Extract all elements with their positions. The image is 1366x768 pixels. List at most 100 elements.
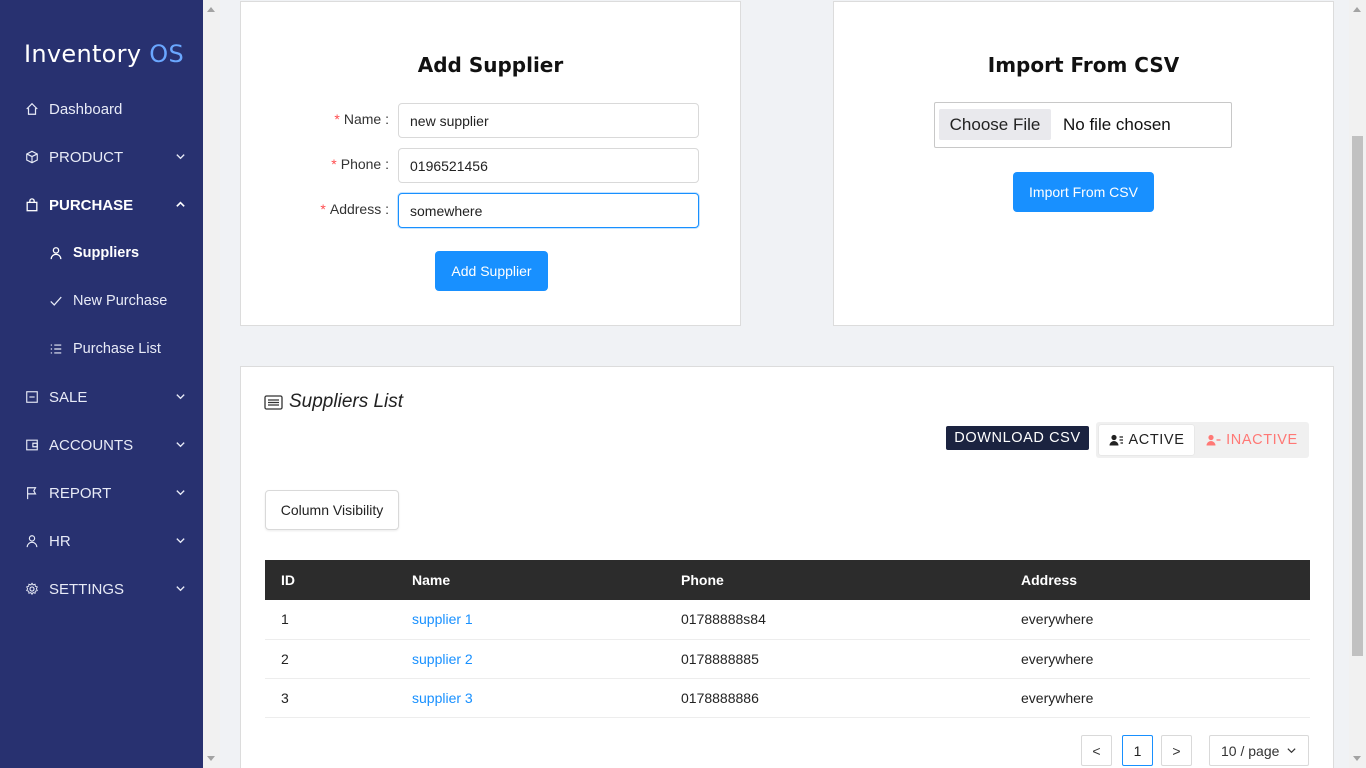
chevron-down-icon <box>176 490 185 496</box>
name-label-text: Name <box>343 111 382 127</box>
add-supplier-card: Add Supplier *Name : *Phone : *Address :… <box>240 1 741 326</box>
phone-label-text: Phone <box>340 156 382 172</box>
home-icon <box>24 101 40 117</box>
sidebar-item-label: REPORT <box>49 484 112 502</box>
required-marker: * <box>331 156 337 172</box>
user-list-icon <box>1109 434 1123 446</box>
address-field[interactable] <box>398 193 699 228</box>
box-icon <box>24 149 40 165</box>
list-icon <box>48 341 64 357</box>
sidebar-item-label: Purchase List <box>73 341 161 357</box>
column-header-id[interactable]: ID <box>265 560 396 600</box>
supplier-link[interactable]: supplier 2 <box>412 651 473 667</box>
column-visibility-button[interactable]: Column Visibility <box>265 490 399 530</box>
sidebar-item-sale[interactable]: SALE <box>0 373 203 421</box>
cell-phone: 01788888s84 <box>665 600 1005 640</box>
bag-icon <box>24 197 40 213</box>
sidebar-item-purchase[interactable]: PURCHASE <box>0 181 203 229</box>
inactive-toggle[interactable]: INACTIVE <box>1198 425 1306 455</box>
sidebar-item-label: ACCOUNTS <box>49 436 134 454</box>
suppliers-list-heading: Suppliers List <box>264 391 403 413</box>
import-csv-button[interactable]: Import From CSV <box>1013 172 1154 212</box>
wallet-icon <box>24 437 40 453</box>
chevron-down-icon <box>176 154 185 160</box>
name-label: * Name : <box>334 111 389 127</box>
choose-file-button[interactable]: Choose File <box>939 109 1051 140</box>
cell-name: supplier 2 <box>396 639 665 679</box>
sidebar-item-accounts[interactable]: ACCOUNTS <box>0 421 203 469</box>
required-marker: * <box>334 111 340 127</box>
cell-phone: 0178888885 <box>665 639 1005 679</box>
sidebar-item-hr[interactable]: HR <box>0 517 203 565</box>
name-field[interactable] <box>398 103 699 138</box>
download-csv-button[interactable]: DOWNLOAD CSV <box>946 426 1089 450</box>
active-toggle[interactable]: ACTIVE <box>1099 425 1194 455</box>
suppliers-list-card: Suppliers List DOWNLOAD CSV ACTIVE INACT… <box>240 366 1334 768</box>
sidebar-item-purchase-list[interactable]: Purchase List <box>0 325 203 373</box>
cell-id: 3 <box>265 678 396 718</box>
no-file-text: No file chosen <box>1063 115 1171 134</box>
chevron-down-icon <box>176 586 185 592</box>
page-size-select[interactable]: 10 / page <box>1209 735 1309 766</box>
address-label: * Address : <box>320 201 389 217</box>
sidebar-scrollbar[interactable] <box>203 0 220 768</box>
sidebar-item-report[interactable]: REPORT <box>0 469 203 517</box>
pagination-prev-button[interactable]: < <box>1081 735 1112 766</box>
status-toggle: ACTIVE INACTIVE <box>1096 422 1309 458</box>
column-header-name[interactable]: Name <box>396 560 665 600</box>
pagination-page-1[interactable]: 1 <box>1122 735 1153 766</box>
suppliers-list-title: Suppliers List <box>289 391 404 412</box>
supplier-link[interactable]: supplier 3 <box>412 690 473 706</box>
chevron-down-icon <box>176 538 185 544</box>
add-supplier-title: Add Supplier <box>417 53 564 77</box>
pagination-next-button[interactable]: > <box>1161 735 1192 766</box>
file-input[interactable]: Choose File No file chosen <box>934 102 1232 148</box>
sidebar-item-dashboard[interactable]: Dashboard <box>0 85 203 133</box>
cell-phone: 0178888886 <box>665 678 1005 718</box>
check-icon <box>48 293 64 309</box>
cell-id: 2 <box>265 639 396 679</box>
add-supplier-button[interactable]: Add Supplier <box>435 251 548 291</box>
cell-address: everywhere <box>1005 600 1310 640</box>
logo-text: Inventory <box>24 40 142 68</box>
cell-id: 1 <box>265 600 396 640</box>
sidebar-item-label: PRODUCT <box>49 148 124 166</box>
table-header-row: ID Name Phone Address <box>265 560 1310 600</box>
page-size-value: 10 / page <box>1221 742 1280 759</box>
sidebar-item-settings[interactable]: SETTINGS <box>0 565 203 613</box>
import-csv-card: Import From CSV Choose File No file chos… <box>833 1 1334 326</box>
sidebar-item-label: SETTINGS <box>49 580 125 598</box>
table-row: 2 supplier 2 0178888885 everywhere <box>265 639 1310 679</box>
scroll-down-arrow-icon[interactable] <box>1353 756 1361 761</box>
user-icon <box>48 245 64 261</box>
sidebar-item-label: New Purchase <box>73 293 168 309</box>
required-marker: * <box>320 201 326 217</box>
scrollbar-thumb[interactable] <box>1352 136 1363 656</box>
scroll-up-arrow-icon[interactable] <box>207 7 215 12</box>
supplier-link[interactable]: supplier 1 <box>412 611 473 627</box>
inactive-label: INACTIVE <box>1226 432 1298 448</box>
list-alt-icon <box>264 394 283 410</box>
app-logo[interactable]: Inventory OS <box>24 40 184 68</box>
sidebar-item-label: Suppliers <box>73 245 140 261</box>
flag-icon <box>24 485 40 501</box>
address-label-text: Address <box>329 201 382 217</box>
column-header-phone[interactable]: Phone <box>665 560 1005 600</box>
chevron-down-icon <box>1287 748 1296 754</box>
scroll-down-arrow-icon[interactable] <box>207 756 215 761</box>
user-minus-icon <box>1206 434 1221 446</box>
sidebar-item-label: PURCHASE <box>49 196 134 214</box>
sidebar-item-product[interactable]: PRODUCT <box>0 133 203 181</box>
sidebar-item-suppliers[interactable]: Suppliers <box>0 229 203 277</box>
phone-field[interactable] <box>398 148 699 183</box>
gear-icon <box>24 581 40 597</box>
column-header-address[interactable]: Address <box>1005 560 1310 600</box>
sidebar: Inventory OS Dashboard PRODUCT PURCHASE … <box>0 0 203 768</box>
scroll-up-arrow-icon[interactable] <box>1353 7 1361 12</box>
cell-name: supplier 1 <box>396 600 665 640</box>
chevron-down-icon <box>176 442 185 448</box>
sidebar-item-label: Dashboard <box>49 100 123 118</box>
sidebar-item-new-purchase[interactable]: New Purchase <box>0 277 203 325</box>
table-row: 1 supplier 1 01788888s84 everywhere <box>265 600 1310 640</box>
logo-accent-text: OS <box>149 40 185 68</box>
